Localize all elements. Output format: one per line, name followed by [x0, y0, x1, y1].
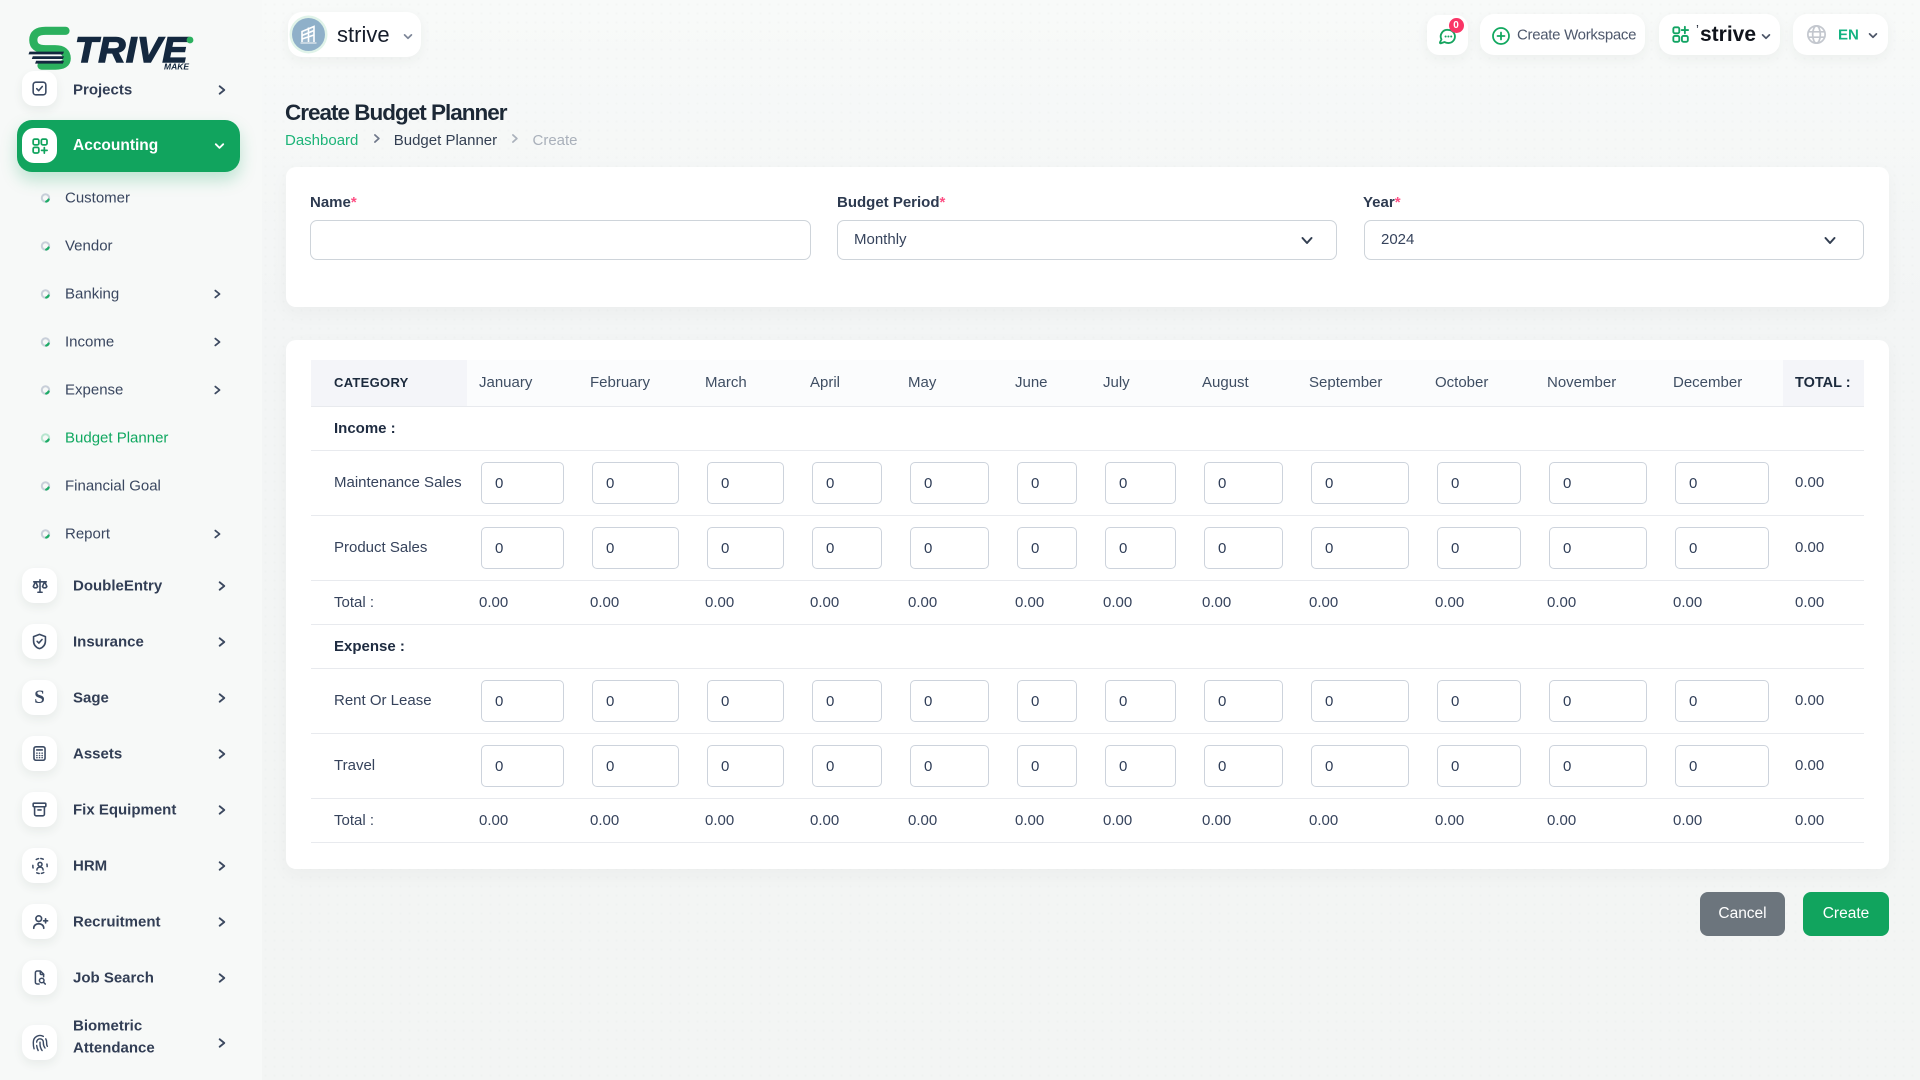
svg-text:MAKE: MAKE — [164, 62, 189, 72]
